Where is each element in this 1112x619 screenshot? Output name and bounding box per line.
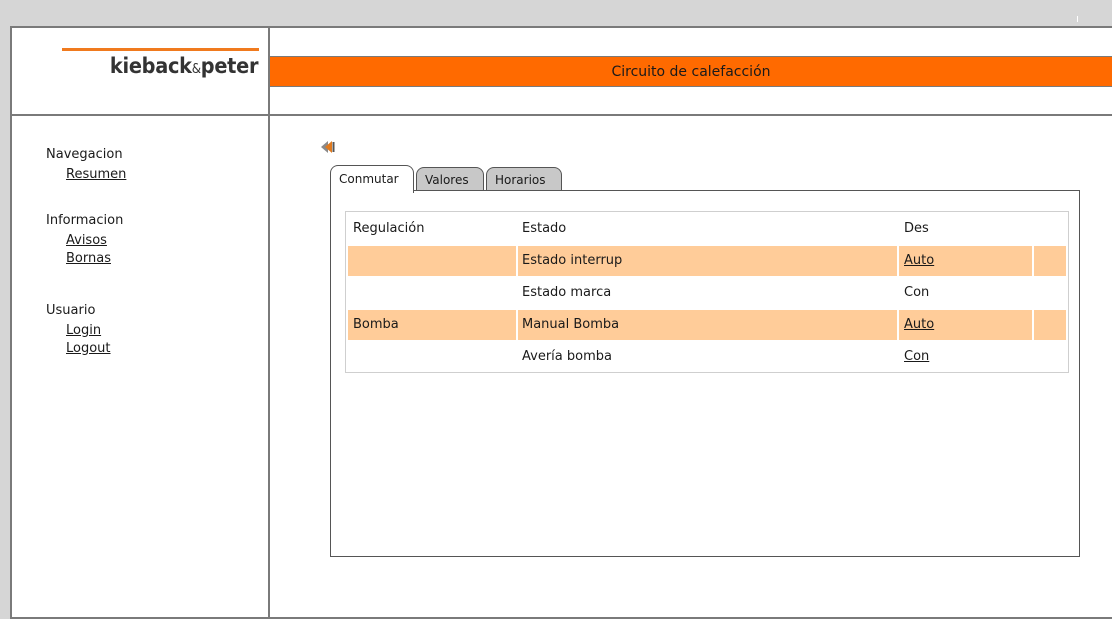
table-row: Bomba Manual Bomba Auto: [348, 310, 1066, 340]
nav-group-navegacion: Navegacion Resumen: [46, 144, 126, 184]
row-label: Estado interrup: [522, 253, 623, 268]
main-content: Conmutar Valores Horarios Regulación Est…: [272, 116, 1112, 617]
nav-link-avisos[interactable]: Avisos: [66, 232, 123, 250]
rewind-icon[interactable]: [320, 140, 336, 154]
row-group: Bomba: [353, 317, 399, 332]
logo-accent-line: [62, 48, 259, 51]
row-label: Estado marca: [522, 285, 612, 300]
row-value-link[interactable]: Auto: [904, 246, 934, 276]
row-group: Regulación: [353, 221, 425, 236]
table-row: Regulación Estado Des: [348, 214, 1066, 244]
nav-heading: Usuario: [46, 303, 96, 318]
row-label: Estado: [522, 221, 567, 236]
table-row: Avería bomba Con: [348, 342, 1066, 372]
table-row: Estado interrup Auto: [348, 246, 1066, 276]
cell-divider: [516, 246, 518, 276]
logo-area: kieback&peter: [12, 28, 270, 116]
table-row: Estado marca Con: [348, 278, 1066, 308]
nav-heading: Navegacion: [46, 147, 123, 162]
row-value: Con: [904, 285, 930, 300]
nav-group-usuario: Usuario Login Logout: [46, 300, 111, 358]
nav-link-logout[interactable]: Logout: [66, 340, 111, 358]
tab-valores[interactable]: Valores: [416, 167, 484, 191]
row-value-link[interactable]: Con: [904, 342, 929, 372]
tab-horarios[interactable]: Horarios: [486, 167, 562, 191]
nav-link-bornas[interactable]: Bornas: [66, 250, 123, 268]
status-table: Regulación Estado Des Estado interrup Au…: [345, 211, 1069, 373]
cell-divider: [897, 310, 899, 340]
app-frame: kieback&peter Circuito de calefacción Na…: [10, 26, 1112, 619]
cell-divider: [1032, 310, 1034, 340]
page-title: Circuito de calefacción: [270, 57, 1112, 87]
cell-divider: [1032, 246, 1034, 276]
row-label: Manual Bomba: [522, 317, 620, 332]
nav-link-resumen[interactable]: Resumen: [66, 166, 126, 184]
tab-panel: Regulación Estado Des Estado interrup Au…: [330, 190, 1080, 557]
row-value: Des: [904, 221, 929, 236]
sidebar: Navegacion Resumen Informacion Avisos Bo…: [12, 116, 270, 617]
cell-divider: [897, 246, 899, 276]
brand-logo: kieback&peter: [109, 54, 259, 78]
row-label: Avería bomba: [522, 349, 612, 364]
window-edge-mark: [1077, 16, 1078, 22]
tab-conmutar[interactable]: Conmutar: [330, 165, 414, 193]
nav-link-login[interactable]: Login: [66, 322, 111, 340]
nav-group-informacion: Informacion Avisos Bornas: [46, 210, 123, 268]
row-value-link[interactable]: Auto: [904, 310, 934, 340]
header-top-band: [270, 28, 1112, 57]
cell-divider: [516, 310, 518, 340]
nav-heading: Informacion: [46, 213, 124, 228]
